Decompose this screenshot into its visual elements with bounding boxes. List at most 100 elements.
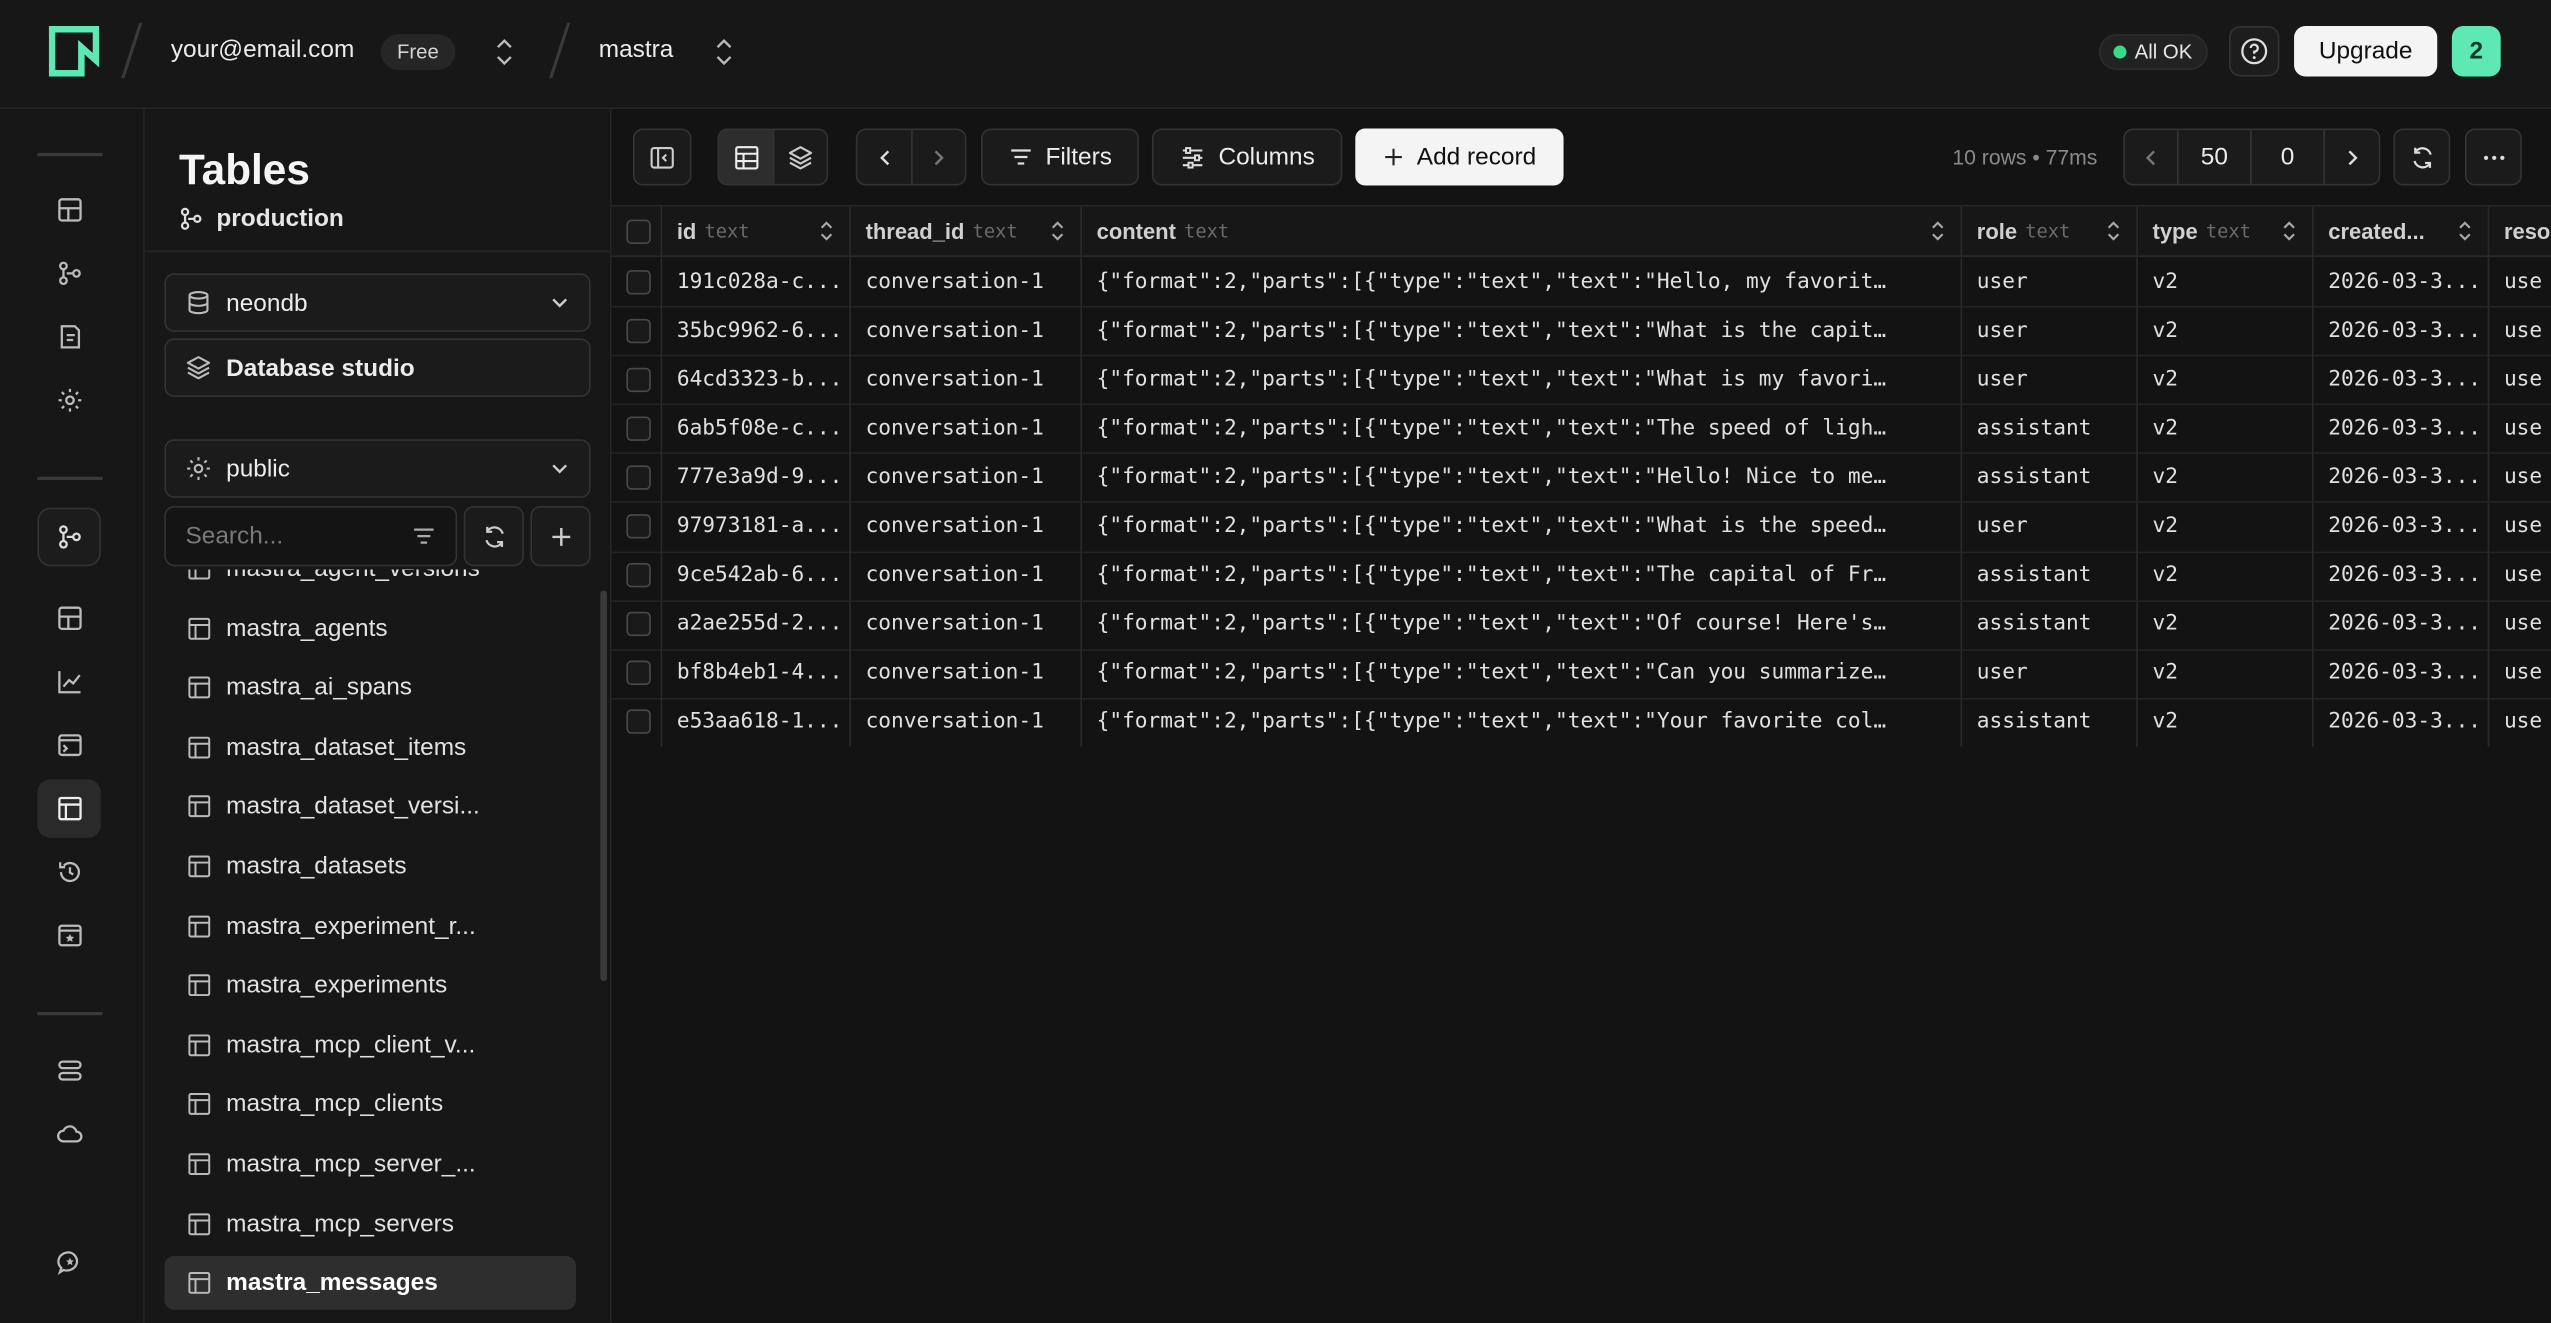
table-cell[interactable]: 64cd3323-b... [662, 354, 851, 404]
rail-branch-switcher-button[interactable] [37, 507, 101, 567]
table-cell[interactable]: user [1962, 501, 2138, 551]
project-switcher-icon[interactable] [716, 36, 732, 69]
table-cell[interactable]: v2 [2138, 501, 2314, 551]
table-cell[interactable]: 97973181-a... [662, 501, 851, 551]
table-cell[interactable]: 2026-03-3... [2314, 550, 2490, 600]
table-cell[interactable]: use [2489, 502, 2551, 551]
table-cell[interactable]: 6ab5f08e-c... [662, 403, 851, 453]
sort-icon[interactable] [2283, 220, 2296, 243]
column-header[interactable]: role text [1962, 206, 2138, 256]
sort-icon[interactable] [820, 220, 833, 243]
table-cell[interactable]: 2026-03-3... [2314, 501, 2490, 551]
table-cell[interactable]: conversation-1 [851, 403, 1082, 453]
rail-monitoring-button[interactable] [37, 652, 100, 711]
row-checkbox[interactable] [626, 710, 651, 735]
account-switcher-icon[interactable] [496, 36, 512, 69]
sidebar-scrollbar[interactable] [600, 590, 607, 982]
table-cell[interactable]: 2026-03-3... [2314, 599, 2490, 649]
column-header[interactable]: reso [2489, 207, 2551, 256]
select-all-checkbox[interactable] [626, 218, 651, 244]
table-cell[interactable]: conversation-1 [851, 697, 1082, 747]
table-cell[interactable]: {"format":2,"parts":[{"type":"text","tex… [1082, 354, 1963, 404]
add-table-button[interactable] [530, 505, 591, 567]
help-button[interactable] [2228, 26, 2280, 77]
schema-view-button[interactable] [772, 128, 829, 186]
rail-sql-editor-button[interactable] [37, 716, 100, 775]
table-cell[interactable]: conversation-1 [851, 257, 1082, 306]
rail-cloud-button[interactable] [37, 1105, 100, 1164]
table-cell[interactable]: {"format":2,"parts":[{"type":"text","tex… [1082, 648, 1963, 698]
table-cell[interactable]: assistant [1962, 452, 2138, 502]
table-row[interactable]: bf8b4eb1-4... conversation-1 {"format":2,"… [611, 648, 2551, 700]
column-header[interactable]: type text [2138, 206, 2314, 256]
table-cell[interactable]: {"format":2,"parts":[{"type":"text","tex… [1082, 599, 1963, 649]
table-cell[interactable]: {"format":2,"parts":[{"type":"text","tex… [1082, 550, 1963, 600]
rail-billing-button[interactable] [37, 308, 100, 367]
column-header[interactable]: created... [2314, 206, 2490, 256]
table-cell[interactable]: 2026-03-3... [2314, 452, 2490, 502]
row-checkbox[interactable] [626, 318, 651, 343]
table-item[interactable]: mastra_dataset_items [164, 720, 576, 774]
table-row[interactable]: 97973181-a... conversation-1 {"format":2,"… [611, 501, 2551, 553]
table-cell[interactable]: v2 [2138, 452, 2314, 502]
table-cell[interactable]: {"format":2,"parts":[{"type":"text","tex… [1082, 306, 1963, 355]
row-checkbox[interactable] [626, 612, 651, 637]
rail-restore-button[interactable] [37, 843, 100, 902]
table-item[interactable]: mastra_mcp_server_... [164, 1137, 576, 1191]
table-cell[interactable]: use [2489, 257, 2551, 306]
row-checkbox[interactable] [626, 563, 651, 588]
table-item[interactable]: mastra_messages [164, 1256, 576, 1311]
table-item[interactable]: mastra_datasets [164, 840, 576, 894]
rail-dashboard-button[interactable] [37, 181, 100, 240]
table-item[interactable]: mastra_mcp_servers [164, 1197, 576, 1251]
page-limit-input[interactable]: 50 [2176, 128, 2252, 186]
refresh-data-button[interactable] [2393, 128, 2451, 186]
table-cell[interactable]: use [2489, 649, 2551, 698]
rail-overview-button[interactable] [37, 589, 100, 648]
refresh-tables-button[interactable] [463, 505, 524, 567]
table-cell[interactable]: 2026-03-3... [2314, 648, 2490, 698]
table-cell[interactable]: v2 [2138, 697, 2314, 747]
table-row[interactable]: 9ce542ab-6... conversation-1 {"format":2,"… [611, 550, 2551, 602]
table-item[interactable]: mastra_experiments [164, 959, 576, 1013]
sort-icon[interactable] [1051, 220, 1064, 243]
row-checkbox[interactable] [626, 465, 651, 490]
table-item[interactable]: mastra_agents [164, 601, 576, 655]
table-cell[interactable]: 2026-03-3... [2314, 257, 2490, 306]
table-cell[interactable]: conversation-1 [851, 354, 1082, 404]
previous-record-button[interactable] [855, 128, 913, 186]
rail-tables-button[interactable] [37, 779, 101, 838]
table-cell[interactable]: v2 [2138, 306, 2314, 355]
table-item[interactable]: mastra_agent_versions [164, 569, 576, 595]
table-cell[interactable]: v2 [2138, 257, 2314, 306]
filters-button[interactable]: Filters [981, 128, 1139, 186]
more-options-button[interactable] [2464, 128, 2522, 186]
table-cell[interactable]: 2026-03-3... [2314, 697, 2490, 747]
table-item[interactable]: mastra_ai_spans [164, 661, 576, 715]
table-cell[interactable]: use [2489, 306, 2551, 355]
table-cell[interactable]: v2 [2138, 599, 2314, 649]
row-checkbox[interactable] [626, 514, 651, 539]
row-checkbox[interactable] [626, 416, 651, 441]
column-header[interactable]: content text [1082, 206, 1963, 256]
column-header[interactable]: thread_id text [851, 206, 1082, 256]
table-cell[interactable]: user [1962, 354, 2138, 404]
table-row[interactable]: e53aa618-1... conversation-1 {"format":2,"… [611, 697, 2551, 747]
table-cell[interactable]: bf8b4eb1-4... [662, 648, 851, 698]
table-cell[interactable]: {"format":2,"parts":[{"type":"text","tex… [1082, 501, 1963, 551]
next-page-button[interactable] [2323, 128, 2381, 186]
table-cell[interactable]: conversation-1 [851, 501, 1082, 551]
table-cell[interactable]: assistant [1962, 697, 2138, 747]
table-cell[interactable]: 191c028a-c... [662, 257, 851, 306]
row-checkbox[interactable] [626, 367, 651, 392]
table-cell[interactable]: conversation-1 [851, 550, 1082, 600]
table-row[interactable]: 64cd3323-b... conversation-1 {"format":2,"… [611, 354, 2551, 406]
rail-settings-button[interactable] [37, 371, 100, 430]
schema-select[interactable]: public [164, 439, 591, 498]
table-item[interactable]: mastra_mcp_clients [164, 1078, 576, 1132]
rail-branches-button[interactable] [37, 244, 100, 303]
project-name[interactable]: mastra [599, 36, 674, 64]
table-cell[interactable]: use [2489, 551, 2551, 600]
row-checkbox[interactable] [626, 661, 651, 686]
grid-view-button[interactable] [717, 128, 775, 186]
